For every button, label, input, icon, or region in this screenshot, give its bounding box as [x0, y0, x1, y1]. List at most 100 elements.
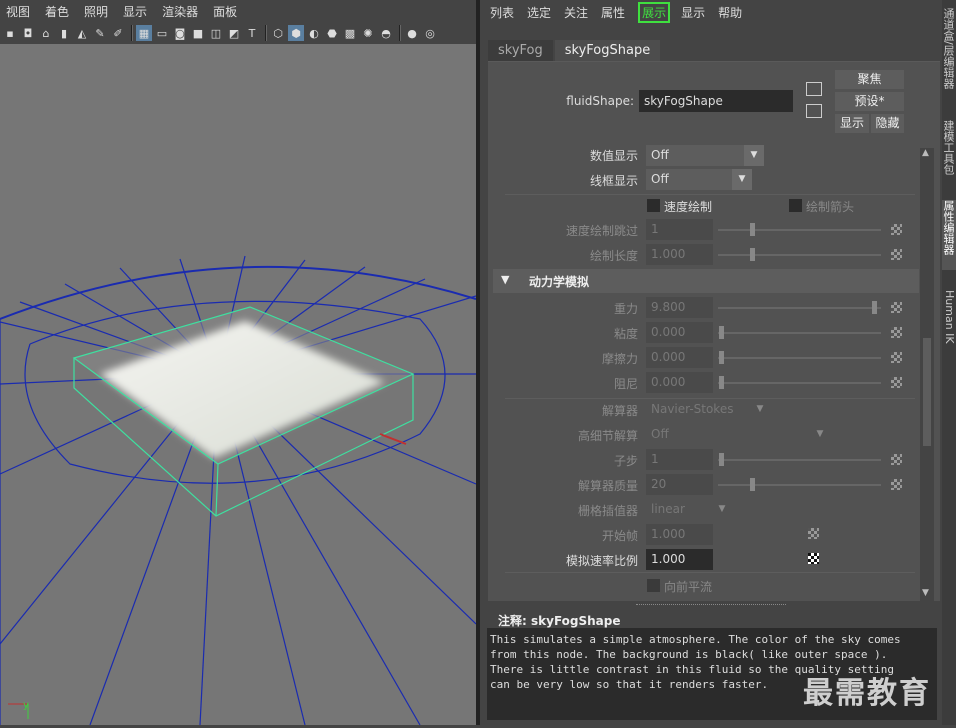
damp-slider[interactable]	[718, 382, 881, 384]
resolution-gate-icon[interactable]: ◙	[172, 25, 188, 41]
velocity-draw-checkbox[interactable]	[647, 199, 660, 212]
slider-handle[interactable]	[750, 223, 755, 236]
draw-length-slider[interactable]	[718, 254, 881, 256]
focus-button[interactable]: 聚焦	[835, 70, 904, 89]
wireframe-display-dropdown[interactable]: Off ▼	[646, 169, 752, 190]
preset-button[interactable]: 预设*	[835, 92, 904, 111]
grid-icon[interactable]: ▦	[136, 25, 152, 41]
velocity-draw-skip-field[interactable]: 1	[646, 219, 713, 240]
menu-selected[interactable]: 选定	[527, 4, 551, 21]
solver-dropdown[interactable]: Navier-Stokes ▼	[646, 399, 770, 420]
bookmarks-icon[interactable]: ⌂	[38, 25, 54, 41]
slider-handle[interactable]	[719, 351, 724, 364]
safe-title-icon[interactable]: T	[244, 25, 260, 41]
two-d-pan-icon[interactable]: ✎	[92, 25, 108, 41]
velocity-draw-skip-slider[interactable]	[718, 229, 881, 231]
slider-handle[interactable]	[750, 478, 755, 491]
scroll-down-icon[interactable]: ▼	[922, 588, 929, 598]
slider-handle[interactable]	[750, 248, 755, 261]
shadows-icon[interactable]: ◓	[378, 25, 394, 41]
damp-field[interactable]: 0.000	[646, 372, 713, 393]
lights-icon[interactable]: ✺	[360, 25, 376, 41]
menu-show-highlighted[interactable]: 展示	[638, 1, 671, 23]
menu-help[interactable]: 帮助	[718, 4, 742, 21]
hide-button[interactable]: 隐藏	[871, 114, 904, 133]
map-button-icon[interactable]	[808, 553, 819, 564]
tab-modeling-toolkit[interactable]: 建模工具包	[942, 120, 956, 190]
menu-show[interactable]: 显示	[123, 3, 147, 20]
map-button-icon[interactable]	[891, 377, 902, 388]
output-connection-icon[interactable]	[806, 104, 822, 118]
forward-advection-checkbox[interactable]	[647, 579, 660, 592]
menu-attributes[interactable]: 属性	[601, 4, 625, 21]
grid-interpolator-dropdown[interactable]: linear ▼	[646, 499, 732, 520]
map-button-icon[interactable]	[808, 528, 819, 539]
dynamic-simulation-section-header[interactable]: ▼ 动力学模拟	[493, 269, 919, 293]
substeps-field[interactable]: 1	[646, 449, 713, 470]
map-button-icon[interactable]	[891, 302, 902, 313]
film-gate-icon[interactable]: ▭	[154, 25, 170, 41]
simulation-rate-scale-field[interactable]: 1.000	[646, 549, 713, 570]
fluid-shape-field[interactable]: skyFogShape	[639, 90, 793, 112]
camera-attributes-icon[interactable]: ◘	[20, 25, 36, 41]
bookmark-icon[interactable]: ▮	[56, 25, 72, 41]
tab-skyfog[interactable]: skyFog	[488, 40, 553, 61]
gravity-slider[interactable]	[718, 307, 881, 309]
value-display-dropdown[interactable]: Off ▼	[646, 145, 764, 166]
map-button-icon[interactable]	[891, 479, 902, 490]
field-chart-icon[interactable]: ◫	[208, 25, 224, 41]
slider-handle[interactable]	[872, 301, 877, 314]
menu-focus[interactable]: 关注	[564, 4, 588, 21]
grease-pencil-icon[interactable]: ✐	[110, 25, 126, 41]
friction-slider[interactable]	[718, 357, 881, 359]
start-frame-field[interactable]: 1.000	[646, 524, 713, 545]
viewport-panel[interactable]: 视图 着色 照明 显示 渲染器 面板 ▪ ◘ ⌂ ▮ ◭ ✎ ✐ ▦ ▭ ◙ ■…	[0, 0, 477, 726]
scene-view[interactable]: y	[0, 44, 477, 726]
map-button-icon[interactable]	[891, 224, 902, 235]
substeps-slider[interactable]	[718, 459, 881, 461]
tab-channel-box[interactable]: 通道盒/层编辑器	[942, 8, 956, 108]
image-plane-icon[interactable]: ◭	[74, 25, 90, 41]
viscosity-field[interactable]: 0.000	[646, 322, 713, 343]
map-button-icon[interactable]	[891, 454, 902, 465]
solver-quality-slider[interactable]	[718, 484, 881, 486]
tab-attribute-editor[interactable]: 属性编辑器	[942, 200, 956, 270]
menu-list[interactable]: 列表	[490, 4, 514, 21]
default-material-icon[interactable]: ◐	[306, 25, 322, 41]
solver-quality-field[interactable]: 20	[646, 474, 713, 495]
show-button[interactable]: 显示	[835, 114, 869, 133]
gate-mask-icon[interactable]: ■	[190, 25, 206, 41]
draw-arrows-checkbox[interactable]	[789, 199, 802, 212]
high-detail-solve-dropdown[interactable]: Off ▼	[646, 424, 830, 445]
map-button-icon[interactable]	[891, 352, 902, 363]
isolate-select-icon[interactable]: ◎	[422, 25, 438, 41]
scroll-thumb[interactable]	[923, 338, 931, 446]
slider-handle[interactable]	[719, 453, 724, 466]
viscosity-slider[interactable]	[718, 332, 881, 334]
xray-icon[interactable]: ●	[404, 25, 420, 41]
wireframe-icon[interactable]: ⬡	[270, 25, 286, 41]
map-button-icon[interactable]	[891, 249, 902, 260]
menu-view[interactable]: 视图	[6, 3, 30, 20]
menu-panels[interactable]: 面板	[213, 3, 237, 20]
slider-handle[interactable]	[719, 326, 724, 339]
menu-shading[interactable]: 着色	[45, 3, 69, 20]
scroll-up-icon[interactable]: ▲	[922, 148, 929, 158]
input-connection-icon[interactable]	[806, 82, 822, 96]
wireframe-on-shaded-icon[interactable]: ⬣	[324, 25, 340, 41]
draw-length-field[interactable]: 1.000	[646, 244, 713, 265]
menu-display[interactable]: 显示	[681, 4, 705, 21]
menu-renderer[interactable]: 渲染器	[162, 3, 198, 20]
gravity-field[interactable]: 9.800	[646, 297, 713, 318]
tab-human-ik[interactable]: Human IK	[942, 290, 956, 360]
select-camera-icon[interactable]: ▪	[2, 25, 18, 41]
menu-lighting[interactable]: 照明	[84, 3, 108, 20]
ae-scrollbar[interactable]: ▲ ▼	[920, 148, 934, 602]
smooth-shade-icon[interactable]: ⬢	[288, 25, 304, 41]
friction-field[interactable]: 0.000	[646, 347, 713, 368]
splitter-handle[interactable]	[636, 604, 786, 606]
tab-skyfogshape[interactable]: skyFogShape	[554, 40, 661, 61]
textured-icon[interactable]: ▩	[342, 25, 358, 41]
map-button-icon[interactable]	[891, 327, 902, 338]
slider-handle[interactable]	[719, 376, 724, 389]
